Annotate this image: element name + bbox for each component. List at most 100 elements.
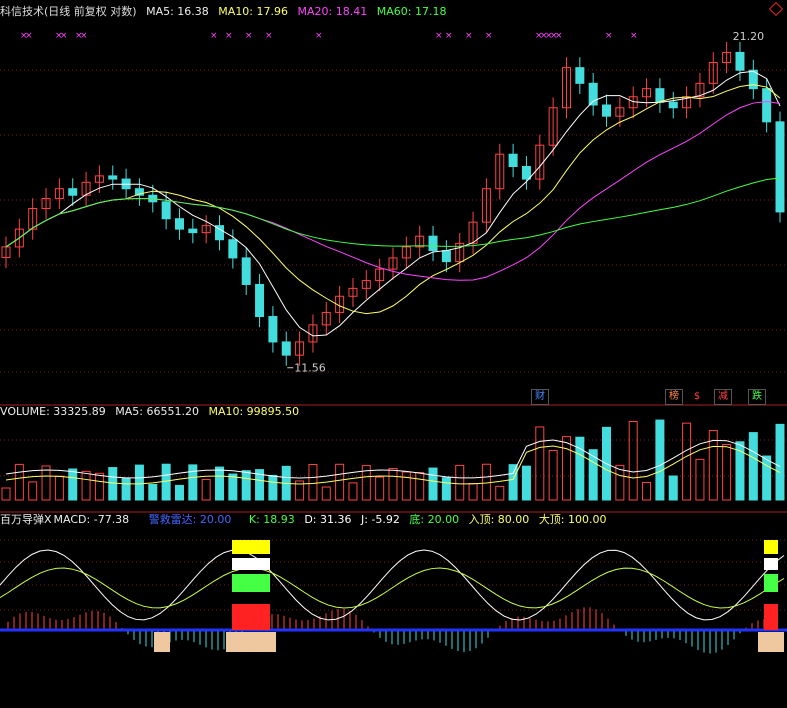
signal-marker: × (210, 31, 218, 41)
candle-body (228, 239, 238, 259)
volume-bar (441, 477, 451, 501)
volume-bar (28, 481, 38, 501)
d-line (0, 567, 785, 609)
candle-body (521, 165, 531, 180)
volume-bar (521, 465, 531, 501)
volume-bar (722, 444, 732, 501)
ma10-value: MA10: 17.96 (218, 5, 289, 18)
volume-bar (455, 464, 465, 501)
signal-marker: × (60, 31, 68, 41)
d-value: D: 31.36 (304, 513, 352, 526)
signal-marker: × (80, 31, 88, 41)
candle-body (762, 88, 772, 123)
volume-bar (134, 464, 144, 501)
signal-marker: × (485, 31, 493, 41)
volume-bar (668, 475, 678, 501)
candle-body (602, 104, 612, 117)
volume-bar (268, 474, 278, 501)
alert-value: 警救雷达: 20.00 (148, 513, 232, 526)
volume-bar (348, 482, 358, 501)
volume-bar (335, 463, 345, 501)
signal-marker: × (555, 31, 563, 41)
candle-body (281, 341, 291, 356)
volume-bar (682, 422, 692, 501)
volume-bar (388, 467, 398, 501)
volume-bar (548, 449, 558, 501)
volume-bar (561, 436, 571, 501)
j-value: J: -5.92 (360, 513, 400, 526)
ma20-value: MA20: 18.41 (297, 5, 368, 18)
volume-ma5: MA5: 66551.20 (115, 405, 199, 418)
volume-bar (108, 467, 118, 501)
candle-body (575, 67, 585, 84)
macd-value: MACD: -77.38 (53, 513, 130, 526)
volume-bar (1, 487, 11, 501)
volume-bar (14, 463, 24, 501)
signal-marker: × (315, 31, 323, 41)
candle-body (174, 218, 184, 230)
volume-bar (148, 483, 158, 501)
candle-body (255, 283, 265, 318)
badge-dollar[interactable]: $ (688, 389, 706, 405)
signal-marker: × (225, 31, 233, 41)
volume-bar (68, 468, 78, 501)
signal-marker: × (465, 31, 473, 41)
entry-top-value: 入顶: 80.00 (468, 513, 530, 526)
volume-bar (321, 486, 331, 501)
volume-bar (748, 432, 758, 501)
volume-ma10: MA10: 99895.50 (208, 405, 300, 418)
volume-bar (241, 470, 251, 501)
badge-rank[interactable]: 榜 (665, 389, 683, 405)
volume-header: VOLUME: 33325.89 MA5: 66551.20 MA10: 998… (0, 403, 787, 421)
volume-bar (94, 472, 104, 501)
badge-finance[interactable]: 财 (531, 389, 549, 405)
signal-marker: × (265, 31, 273, 41)
volume-bar (54, 475, 64, 501)
volume-bar (655, 419, 665, 501)
signal-block (226, 632, 276, 652)
volume-bar (535, 426, 545, 501)
volume-bar (495, 485, 505, 501)
volume-bar (575, 436, 585, 501)
price-high-label: 21.20 (733, 30, 765, 43)
candle-body (161, 201, 171, 220)
chart-mode: (日线 前复权 对数) (44, 5, 137, 18)
volume-bar (401, 471, 411, 501)
volume-bar (642, 481, 652, 501)
volume-bar (174, 484, 184, 501)
volume-bar (628, 421, 638, 501)
stock-name: 科信技术 (0, 5, 44, 18)
volume-bar (188, 464, 198, 501)
candle-body (775, 121, 785, 213)
indicator-header: 百万导弹X MACD: -77.38 警救雷达: 20.00 K: 18.93 D… (0, 511, 787, 529)
ma60-value: MA60: 17.18 (376, 5, 447, 18)
volume-bar (415, 472, 425, 501)
ma5-value: MA5: 16.38 (146, 5, 209, 18)
volume-bar (201, 478, 211, 501)
signal-block (154, 632, 170, 652)
ma5-line (5, 70, 781, 337)
candle-body (188, 228, 198, 234)
candle-body (68, 188, 78, 196)
candle-body (735, 51, 745, 71)
volume-bar (762, 455, 772, 501)
signal-marker: × (435, 31, 443, 41)
badge-reduce[interactable]: 减 (714, 389, 732, 405)
volume-bar (508, 464, 518, 501)
candle-body (655, 88, 665, 103)
signal-marker: × (245, 31, 253, 41)
signal-marker: × (605, 31, 613, 41)
badge-fall[interactable]: 跌 (748, 389, 766, 405)
stock-chart[interactable]: 21.2011.56×× ×× ×× × × × × × × × × × ××××× × × (0, 0, 787, 708)
volume-bar (215, 466, 225, 501)
volume-bar (161, 463, 171, 501)
signal-block (764, 540, 778, 554)
big-top-value: 大顶: 100.00 (538, 513, 607, 526)
volume-value: VOLUME: 33325.89 (0, 405, 106, 418)
signal-marker: × (445, 31, 453, 41)
volume-bar (428, 467, 438, 501)
volume-bar (375, 476, 385, 501)
signal-block (232, 540, 270, 554)
indicator-name: 百万导弹X (0, 513, 52, 526)
volume-bar (775, 423, 785, 501)
